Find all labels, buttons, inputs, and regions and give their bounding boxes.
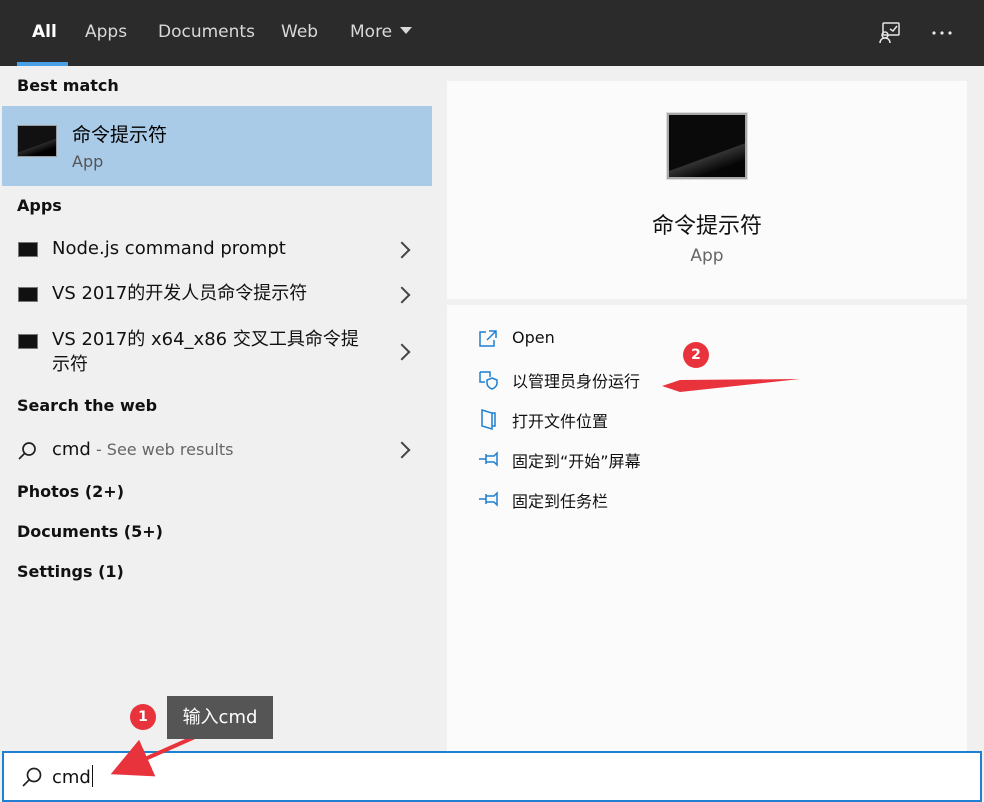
annotation-tooltip: 输入cmd xyxy=(167,696,273,739)
annotation-arrow-2 xyxy=(662,379,800,392)
annotation-badge-1: 1 xyxy=(130,704,156,730)
annotation-arrows xyxy=(110,379,800,777)
annotation-badge-2: 2 xyxy=(683,342,709,368)
